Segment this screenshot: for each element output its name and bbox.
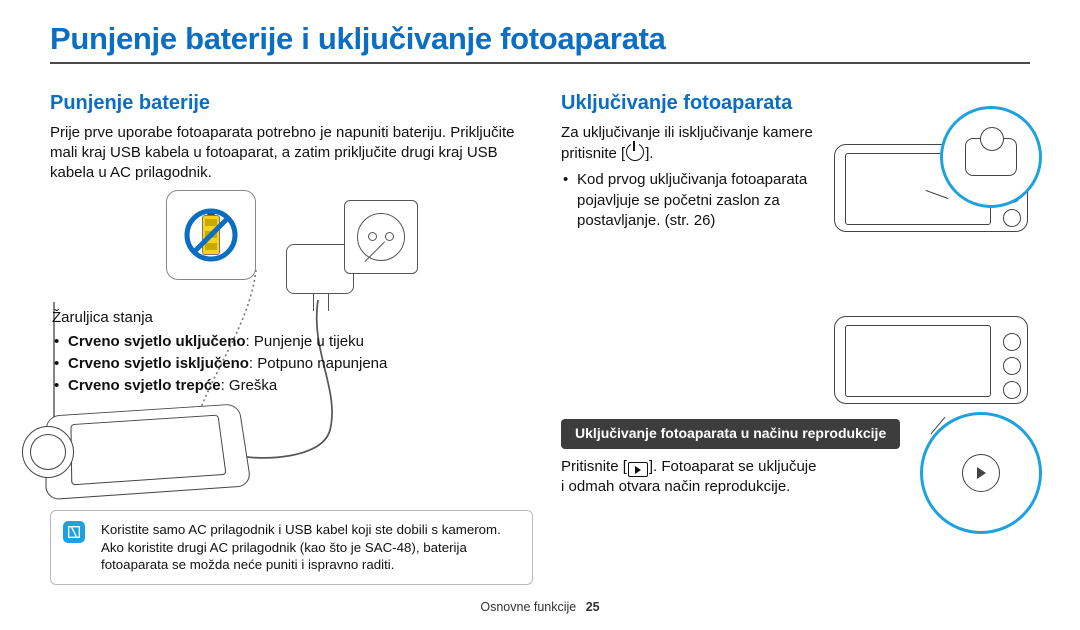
- charging-intro-text: Prije prve uporabe fotoaparata potrebno …: [50, 123, 533, 184]
- note-text: Koristite samo AC prilagodnik i USB kabe…: [101, 522, 501, 573]
- status-state-on: Crveno svjetlo uključeno: Punjenje u tij…: [54, 332, 387, 352]
- status-state-off: Crveno svjetlo isključeno: Potpuno napun…: [54, 354, 387, 374]
- status-light-label: Žaruljica stanja: [52, 308, 387, 328]
- playback-mode-text-block: Pritisnite []. Fotoaparat se uključuje i…: [561, 457, 821, 498]
- manual-page: Punjenje baterije i uključivanje fotoapa…: [0, 0, 1080, 630]
- playback-icon: [628, 462, 648, 477]
- status-state-blink: Crveno svjetlo trepće: Greška: [54, 376, 387, 396]
- camera-back-view-illustration: [46, 406, 276, 498]
- no-battery-direct-charge-icon: [183, 207, 239, 263]
- note-icon: [63, 521, 85, 543]
- power-on-instruction: Za uključivanje ili isključivanje kamere…: [561, 123, 821, 165]
- charging-section: Punjenje baterije Prije prve uporabe fot…: [50, 90, 533, 586]
- status-light-legend: Žaruljica stanja Crveno svjetlo uključen…: [52, 308, 387, 403]
- camera-playback-button-illustration: [820, 316, 1040, 516]
- first-boot-bullet: Kod prvog uključivanja fotoaparata pojav…: [563, 170, 821, 231]
- caution-note: Koristite samo AC prilagodnik i USB kabe…: [50, 510, 533, 586]
- charging-diagram: Žaruljica stanja Crveno svjetlo uključen…: [50, 190, 533, 500]
- section-heading-charging: Punjenje baterije: [50, 90, 533, 117]
- power-button-zoom-circle: [940, 106, 1042, 208]
- status-states-list: Crveno svjetlo uključeno: Punjenje u tij…: [54, 332, 387, 397]
- page-footer: Osnovne funkcije 25: [0, 599, 1080, 616]
- camera-power-button-illustration: [820, 110, 1040, 240]
- page-title: Punjenje baterije i uključivanje fotoapa…: [50, 18, 1030, 64]
- power-on-section: Uključivanje fotoaparata Za uključivanje…: [561, 90, 1030, 586]
- power-icon: [626, 143, 644, 161]
- footer-page-number: 25: [586, 600, 600, 614]
- playback-mode-instruction: Pritisnite []. Fotoaparat se uključuje i…: [561, 457, 821, 498]
- playback-button-zoom-circle: [920, 412, 1042, 534]
- power-on-text-block: Za uključivanje ili isključivanje kamere…: [561, 123, 821, 231]
- footer-section-name: Osnovne funkcije: [480, 600, 576, 614]
- two-column-layout: Punjenje baterije Prije prve uporabe fot…: [50, 90, 1030, 586]
